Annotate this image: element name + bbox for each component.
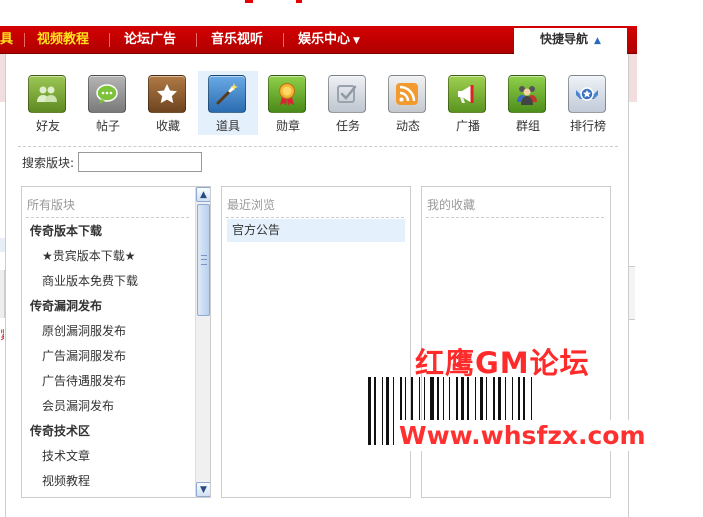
friends-icon [28, 75, 66, 113]
barcode-stripe [382, 377, 383, 445]
page-top-accent [245, 0, 253, 3]
forum-item[interactable]: 视频教程 [22, 469, 192, 494]
nav-item-entertainment[interactable]: 娱乐中心 ▼ [298, 26, 360, 53]
quick-nav-groups[interactable]: 群组 [498, 71, 558, 135]
quick-nav-feed[interactable]: 动态 [378, 71, 438, 135]
barcode-stripe [374, 377, 376, 445]
nav-item-video-tutorials[interactable]: 视频教程 [37, 26, 89, 53]
magic-wand-icon [208, 75, 246, 113]
page-top-strip [0, 0, 637, 26]
quick-nav-ranking[interactable]: 排行榜 [558, 71, 618, 135]
nav-separator [283, 33, 284, 47]
favorite-star-icon [148, 75, 186, 113]
forum-item[interactable]: 技术文章 [22, 444, 192, 469]
all-forums-list: 传奇版本下载 ★贵宾版本下载★ 商业版本免费下载 传奇漏洞发布 原创漏洞服发布 … [22, 219, 192, 494]
quick-nav-groups-label: 群组 [515, 119, 540, 133]
recent-visits-title: 最近浏览 [227, 198, 276, 212]
forum-category[interactable]: 传奇版本下载 [22, 219, 192, 244]
quick-nav-friends-label: 好友 [35, 119, 60, 133]
search-forum-label: 搜索版块: [22, 156, 75, 170]
nav-separator [109, 33, 110, 47]
rss-feed-icon [388, 75, 426, 113]
my-favorites-title: 我的收藏 [427, 198, 476, 212]
barcode-stripe [368, 377, 371, 445]
recent-visits-panel: 最近浏览 官方公告 [221, 186, 411, 498]
quick-nav-broadcast[interactable]: 广播 [438, 71, 498, 135]
quick-nav-icon-row: 好友 帖子 收藏 道具 勋章 任务 动态 广播 群组 排行榜 [18, 71, 618, 135]
quick-nav-posts-label: 帖子 [95, 119, 120, 133]
nav-item-tools[interactable]: 具 [0, 26, 13, 53]
forum-item[interactable]: ★贵宾版本下载★ [22, 244, 192, 269]
caret-down-icon: ▼ [353, 36, 360, 46]
barcode-stripe [393, 377, 394, 445]
page-top-accent [296, 0, 302, 3]
panel-divider [26, 217, 189, 218]
quick-nav-friends[interactable]: 好友 [18, 71, 78, 135]
quick-nav-tools-label: 道具 [215, 119, 240, 133]
quick-nav-tab[interactable]: 快捷导航 ▲ [514, 28, 627, 54]
ranking-badge-icon [568, 75, 606, 113]
nav-separator [24, 33, 25, 47]
task-check-icon [328, 75, 366, 113]
forum-item[interactable]: 原创漏洞服发布 [22, 319, 192, 344]
quick-nav-favorites-label: 收藏 [155, 119, 180, 133]
quick-nav-feed-label: 动态 [395, 119, 420, 133]
quick-nav-posts[interactable]: 帖子 [78, 71, 138, 135]
barcode-stripe [386, 377, 389, 445]
megaphone-icon [448, 75, 486, 113]
page-box-edge [628, 266, 635, 320]
post-icon [88, 75, 126, 113]
search-forum-input[interactable] [78, 152, 202, 172]
recent-forum-item[interactable]: 官方公告 [227, 219, 405, 242]
quick-nav-ranking-label: 排行榜 [569, 119, 606, 133]
nav-separator [196, 33, 197, 47]
nav-item-music[interactable]: 音乐视听 [211, 26, 263, 53]
forum-item[interactable]: 会员漏洞发布 [22, 394, 192, 419]
all-forums-title: 所有版块 [27, 198, 76, 212]
caret-up-icon: ▲ [594, 36, 601, 46]
forum-category[interactable]: 传奇技术区 [22, 419, 192, 444]
panel-divider [426, 217, 604, 218]
quick-nav-favorites[interactable]: 收藏 [138, 71, 198, 135]
scroll-thumb[interactable] [197, 204, 210, 316]
group-icon [508, 75, 546, 113]
scroll-up-arrow-icon[interactable]: ▲ [196, 187, 210, 202]
forum-item[interactable]: 商业版本免费下载 [22, 269, 192, 294]
nav-item-forum-ads[interactable]: 论坛广告 [124, 26, 176, 53]
forum-item[interactable]: 广告漏洞服发布 [22, 344, 192, 369]
medal-icon [268, 75, 306, 113]
scroll-down-arrow-icon[interactable]: ▼ [196, 482, 210, 497]
quick-nav-broadcast-label: 广播 [455, 119, 480, 133]
forum-category[interactable]: 传奇漏洞发布 [22, 294, 192, 319]
watermark-url: Www.whsfzx.com [397, 420, 648, 451]
panel-divider [226, 217, 404, 218]
quick-nav-label: 快捷导航 [540, 32, 589, 46]
quick-nav-tools[interactable]: 道具 [198, 71, 258, 135]
forum-item[interactable]: 广告待遇服发布 [22, 369, 192, 394]
section-divider [18, 146, 618, 147]
page-text-fragment: 紧 [0, 326, 4, 340]
quick-nav-medals-label: 勋章 [275, 119, 300, 133]
nav-item-entertainment-label: 娱乐中心 [298, 32, 351, 47]
quick-nav-tasks[interactable]: 任务 [318, 71, 378, 135]
grip-icon [201, 255, 207, 265]
quick-nav-medals[interactable]: 勋章 [258, 71, 318, 135]
quick-nav-tasks-label: 任务 [335, 119, 360, 133]
all-forums-panel: 所有版块 传奇版本下载 ★贵宾版本下载★ 商业版本免费下载 传奇漏洞发布 原创漏… [21, 186, 211, 498]
forum-list-scrollbar[interactable]: ▲ ▼ [195, 187, 210, 497]
watermark-title: 红鹰GM论坛 [415, 346, 590, 380]
